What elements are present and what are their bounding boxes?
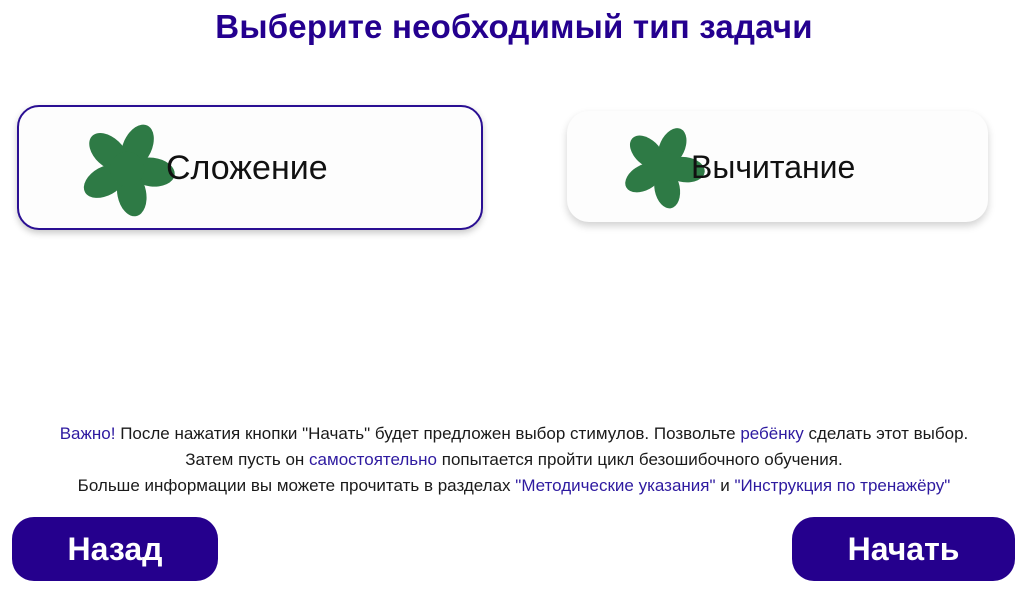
info-text: Больше информации вы можете прочитать в … — [77, 476, 516, 495]
back-button[interactable]: Назад — [12, 517, 218, 581]
info-notice: Важно! После нажатия кнопки "Начать" буд… — [0, 421, 1028, 499]
start-button[interactable]: Начать — [792, 517, 1015, 581]
info-line-3: Больше информации вы можете прочитать в … — [0, 473, 1028, 499]
task-label-subtraction: Вычитание — [691, 149, 856, 185]
instructions-link[interactable]: "Инструкция по тренажёру" — [734, 476, 950, 495]
info-text: После нажатия кнопки "Начать" будет пред… — [115, 424, 741, 443]
task-label-addition: Сложение — [166, 149, 328, 187]
task-type-page: Выберите необходимый тип задачи Сложение — [0, 0, 1028, 589]
info-text: сделать этот выбор. — [803, 424, 969, 443]
info-line-2: Затем пусть он самостоятельно попытается… — [0, 447, 1028, 473]
flower-icon — [83, 124, 175, 217]
important-label: Важно — [59, 424, 111, 443]
self-word: самостоятельно — [309, 450, 438, 469]
task-card-subtraction[interactable]: Вычитание — [567, 111, 988, 222]
methods-link[interactable]: "Методические указания" — [515, 476, 715, 495]
child-word: ребёнку — [740, 424, 804, 443]
page-title: Выберите необходимый тип задачи — [215, 8, 813, 45]
info-text: попытается пройти цикл безошибочного обу… — [437, 450, 843, 469]
task-card-addition[interactable]: Сложение — [17, 105, 483, 230]
info-line-1: Важно! После нажатия кнопки "Начать" буд… — [0, 421, 1028, 447]
info-text: и — [715, 476, 735, 495]
info-text: Затем пусть он — [185, 450, 310, 469]
